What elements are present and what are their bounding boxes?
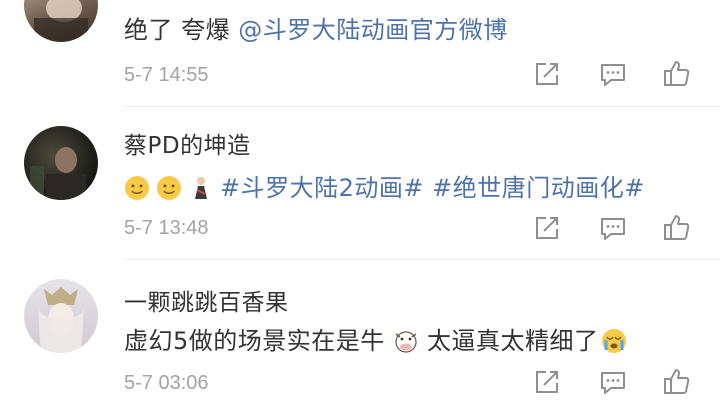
like-button[interactable] [661,58,693,90]
avatar-image [30,147,86,200]
comment-item: 绝了 夸爆 @斗罗大陆动画官方微博 5-7 14:55 [0,0,720,108]
share-button[interactable] [531,212,563,244]
thumbs-up-icon [664,369,690,394]
comment-item: 蔡PD的坤造 #斗罗大陆2动画# #绝世唐门动画化# 5-7 13:48 [0,108,720,260]
crying-emoji-icon [601,328,627,354]
comment-text: 太逼真太精细了 [418,327,599,355]
hashtag-link[interactable]: #斗罗大陆2动画# [220,174,424,202]
avatar[interactable] [24,0,98,42]
comment-text: 虚幻5做的场景实在是牛 [124,327,393,355]
divider [124,106,720,107]
comment-content: #斗罗大陆2动画# #绝世唐门动画化# [124,168,645,203]
share-icon [536,371,558,393]
comment-button[interactable] [597,212,629,244]
username[interactable]: 蔡PD的坤造 [124,126,251,160]
avatar[interactable] [24,279,98,353]
comment-text: 绝了 夸爆 [124,16,239,44]
comment-icon [601,218,625,240]
thumbs-up-icon [664,61,690,86]
share-icon [536,217,558,239]
comment-button[interactable] [597,58,629,90]
hashtag-link[interactable]: #绝世唐门动画化# [432,174,645,202]
comment-time: 5-7 03:06 [124,372,209,394]
comment-content: 虚幻5做的场景实在是牛 太逼真太精细了 [124,321,633,356]
thumbs-up-icon [664,215,690,240]
smile-emoji-icon [156,175,182,201]
comment-icon [601,64,625,86]
comment-time: 5-7 14:55 [124,64,209,86]
avatar-image [38,287,84,353]
comment-content: 绝了 夸爆 @斗罗大陆动画官方微博 [124,10,508,45]
comment-button[interactable] [597,366,629,398]
smile-emoji-icon [124,175,150,201]
person-emoji-icon [188,175,214,201]
like-button[interactable] [661,212,693,244]
mention-link[interactable]: @斗罗大陆动画官方微博 [238,16,508,44]
comment-item: 一颗跳跳百香果 虚幻5做的场景实在是牛 太逼真太精细了 5-7 03:06 [0,260,720,405]
cow-emoji-icon [393,328,419,354]
share-button[interactable] [531,366,563,398]
comment-icon [601,372,625,394]
avatar-image [34,0,88,42]
share-icon [536,63,558,85]
share-button[interactable] [531,58,563,90]
avatar[interactable] [24,126,98,200]
like-button[interactable] [661,366,693,398]
username[interactable]: 一颗跳跳百香果 [124,283,289,317]
comment-time: 5-7 13:48 [124,217,209,239]
